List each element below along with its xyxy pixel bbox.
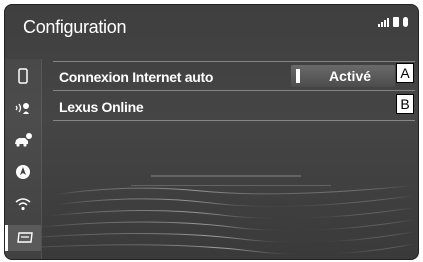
sidebar-item-voice[interactable] <box>5 95 41 121</box>
signal-strength-icon <box>378 18 389 27</box>
navigation-icon <box>16 165 30 179</box>
wifi-icon <box>15 198 31 211</box>
sidebar-item-display[interactable] <box>5 225 41 251</box>
setting-label: Lexus Online <box>59 99 144 115</box>
sidebar-item-navigation[interactable] <box>5 159 41 185</box>
background-pattern <box>41 175 418 256</box>
internet-toggle[interactable]: Activé <box>291 65 395 87</box>
setting-label: Connexion Internet auto <box>59 69 214 85</box>
car-settings-icon <box>15 133 32 147</box>
sidebar-item-phone[interactable] <box>5 63 41 89</box>
page-title: Configuration <box>23 17 127 37</box>
status-bar <box>378 17 408 27</box>
sidebar <box>5 59 42 259</box>
bluetooth-icon <box>403 17 408 27</box>
callout-a: A <box>396 63 414 83</box>
toggle-indicator <box>296 69 300 83</box>
display-icon <box>16 232 33 243</box>
setting-row-internet[interactable]: Connexion Internet auto Activé <box>53 62 415 91</box>
screen-frame: Configuration Connexion Internet auto Ac… <box>4 4 419 260</box>
toggle-value: Activé <box>329 68 372 84</box>
sidebar-item-wifi[interactable] <box>5 191 41 217</box>
voice-icon <box>15 103 29 114</box>
sidebar-item-vehicle[interactable] <box>5 127 41 153</box>
callout-b: B <box>396 94 414 114</box>
setting-row-lexus-online[interactable]: Lexus Online <box>53 92 415 121</box>
phone-icon <box>18 68 28 84</box>
phone-status-icon <box>393 17 399 27</box>
